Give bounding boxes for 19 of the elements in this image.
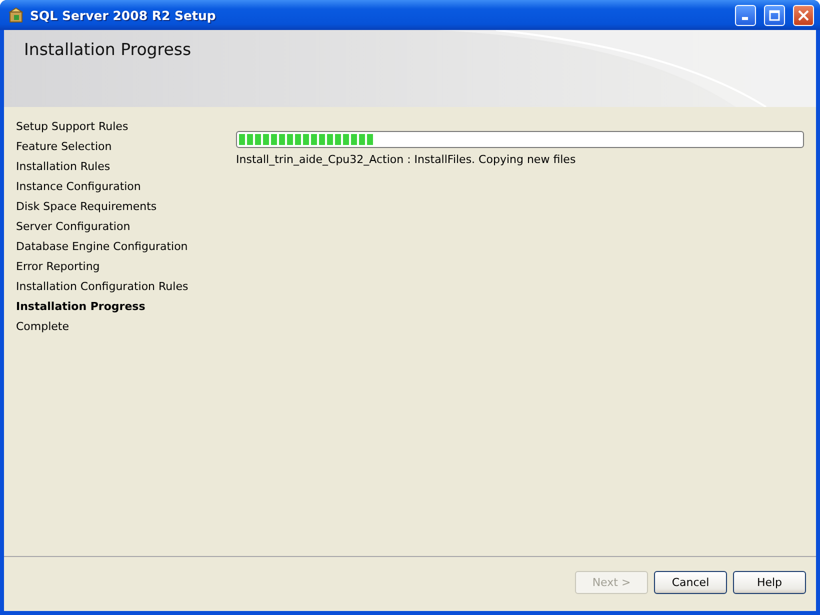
step-item: Disk Space Requirements (16, 199, 158, 215)
step-item: Complete (16, 319, 70, 335)
maximize-icon[interactable] (764, 4, 785, 26)
step-item: Feature Selection (16, 139, 113, 155)
step-item: Setup Support Rules (16, 119, 130, 135)
step-item: Installation Progress (16, 299, 146, 315)
dialog-button[interactable]: Help (733, 570, 806, 594)
step-item: Error Reporting (16, 259, 101, 275)
step-item: Server Configuration (16, 219, 132, 235)
step-item: Installation Configuration Rules (16, 279, 190, 295)
dialog-button[interactable]: Cancel (654, 570, 727, 594)
step-item: Instance Configuration (16, 179, 142, 195)
step-item: Installation Rules (16, 159, 112, 175)
window-title: SQL Server 2008 R2 Setup (30, 8, 217, 22)
step-item: Database Engine Configuration (16, 239, 189, 255)
page-title: Installation Progress (24, 40, 192, 59)
status-text: Install_trin_aide_Cpu32_Action : InstallFiles. Copying new files (236, 153, 577, 166)
minimize-icon[interactable] (735, 4, 756, 26)
close-icon[interactable] (793, 4, 814, 26)
